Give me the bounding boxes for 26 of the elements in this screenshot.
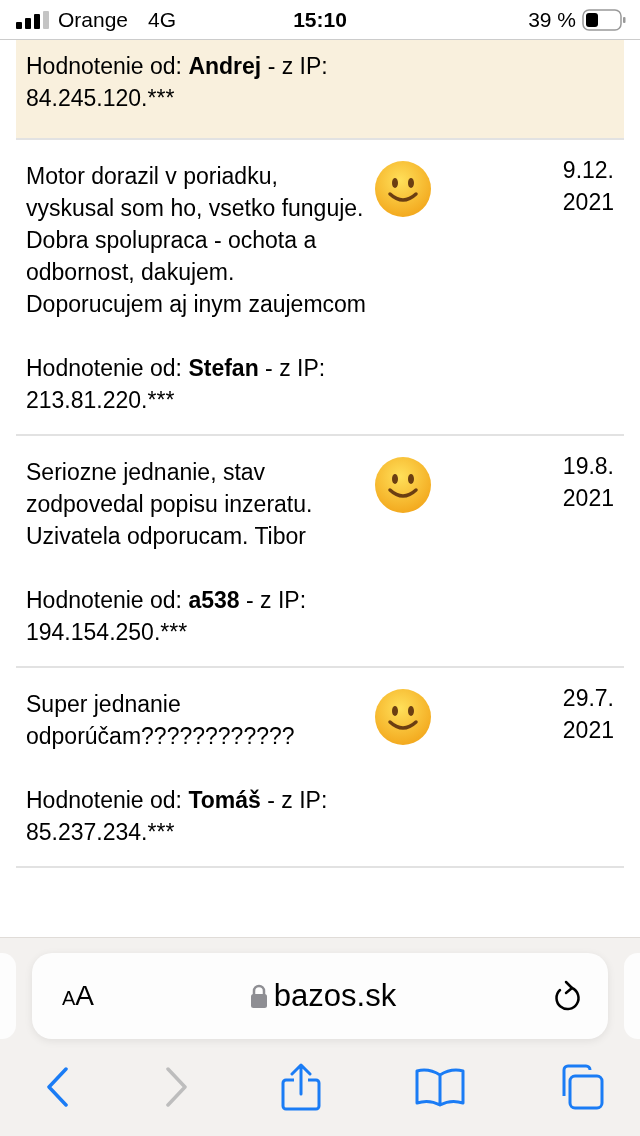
lock-icon — [249, 984, 268, 1008]
bookmarks-icon[interactable] — [414, 1067, 465, 1107]
battery-percent: 39 % — [528, 7, 576, 32]
smiley-icon — [374, 456, 432, 514]
review-date: 19.8. 2021 — [561, 452, 614, 513]
battery-icon — [582, 8, 626, 31]
review-text: Motor dorazil v poriadku, vyskusal som ho, vsetko funguje. Dobra spolupraca - ochota a odbornost, dakujem. Doporucujem aj inym zaujemcom — [26, 162, 366, 319]
smiley-icon — [374, 160, 432, 218]
clock-time: 15:10 — [293, 7, 347, 32]
url-text[interactable]: bazos.sk — [273, 978, 397, 1014]
review-date: 9.12. 2021 — [561, 156, 614, 217]
review-date: 29.7. 2021 — [561, 684, 614, 745]
review-author: Hodnotenie od: Tomáš - z IP: 85.237.234.*** — [26, 786, 329, 847]
address-bar[interactable]: AA bazos.sk — [32, 953, 608, 1039]
review-author: Hodnotenie od: Andrej - z IP: 84.245.120.*** — [26, 52, 329, 113]
back-icon[interactable] — [46, 1067, 70, 1107]
signal-icon — [16, 10, 52, 29]
share-icon[interactable] — [281, 1063, 321, 1111]
carrier-name: Orange — [58, 7, 129, 32]
network-type: 4G — [148, 7, 177, 32]
text-size-button[interactable]: AA — [62, 980, 95, 1012]
review-author: Hodnotenie od: a538 - z IP: 194.154.250.*** — [26, 586, 308, 647]
smiley-icon — [374, 688, 432, 746]
review-text: Seriozne jednanie, stav zodpovedal popisu inzeratu. Uzivatela odporucam. Tibor — [26, 458, 314, 551]
review-text: Super jednanie odporúčam???????????? — [26, 690, 296, 751]
review-author: Hodnotenie od: Stefan - z IP: 213.81.220.*** — [26, 354, 327, 415]
